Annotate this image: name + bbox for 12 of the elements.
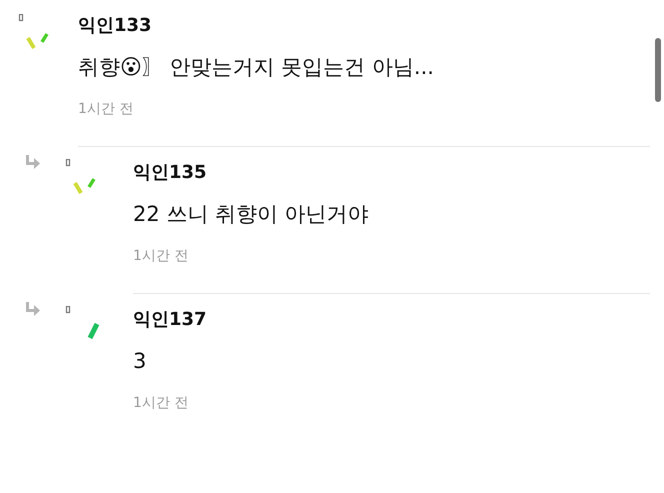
- author-name: 익인137: [133, 308, 208, 332]
- comment-text: 22 쓰니 취향이 아닌거야: [133, 201, 370, 228]
- comment-text: 취향😮〗 안맞는거지 못입는건 아님...: [78, 54, 435, 81]
- timestamp: 1시간 전: [78, 100, 134, 118]
- reply-arrow-icon: [24, 155, 40, 169]
- timestamp: 1시간 전: [133, 394, 190, 412]
- comment-text: 3: [133, 348, 148, 375]
- timestamp: 1시간 전: [133, 247, 190, 265]
- author-name: 익인133: [78, 14, 153, 38]
- scrollbar[interactable]: [655, 38, 661, 102]
- reply-arrow-icon: [24, 302, 40, 316]
- author-name: 익인135: [133, 161, 208, 185]
